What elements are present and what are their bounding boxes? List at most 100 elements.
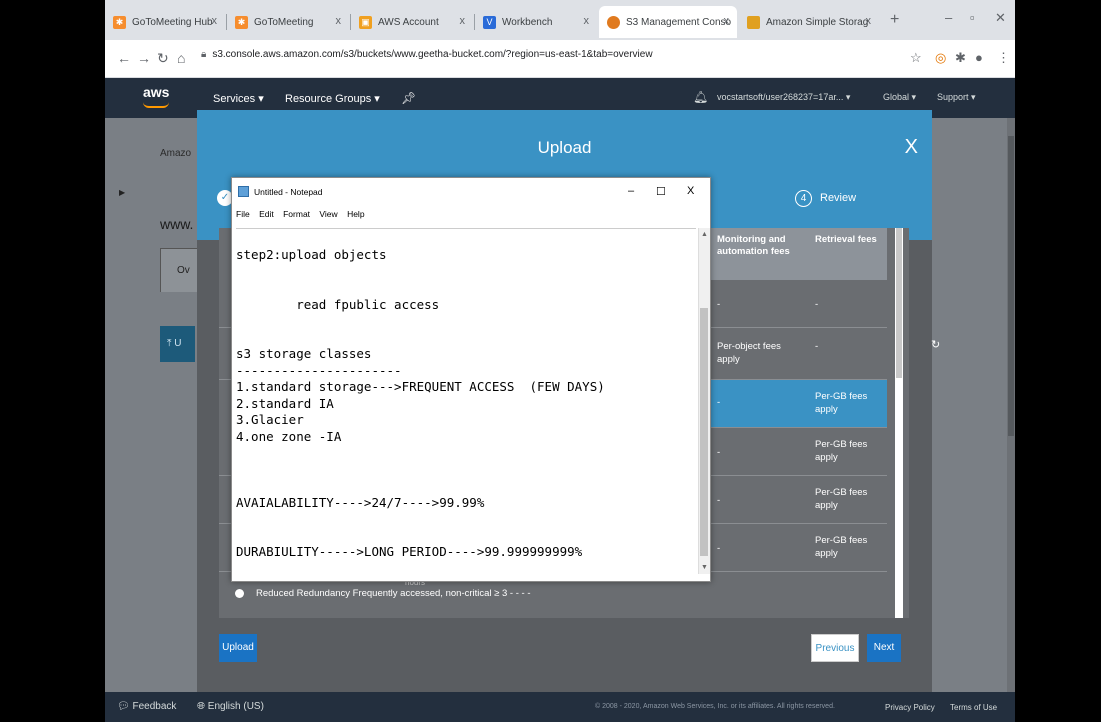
upload-button-label: ⤒ U bbox=[167, 338, 182, 349]
tab-workbench[interactable]: V Workbench x bbox=[475, 6, 597, 38]
terms-of-use-link[interactable]: Terms of Use bbox=[950, 703, 997, 712]
tab-s3-management-console[interactable]: S3 Management Conso x bbox=[599, 6, 737, 38]
scroll-up-arrow-icon[interactable]: ▲ bbox=[701, 231, 708, 238]
workbench-icon: V bbox=[483, 15, 496, 29]
back-arrow-icon[interactable]: ← bbox=[117, 50, 131, 66]
tab-label: GoToMeeting bbox=[254, 16, 314, 28]
tab-close-icon[interactable]: x bbox=[584, 15, 590, 27]
tab-label: GoToMeeting Hub bbox=[132, 16, 213, 28]
column-header: Monitoring and automation fees bbox=[717, 234, 790, 257]
table-row-selected[interactable]: - Per-GB fees apply bbox=[711, 380, 887, 428]
notepad-minimize-button[interactable]: – bbox=[628, 185, 634, 197]
previous-button[interactable]: Previous bbox=[811, 634, 859, 662]
tab-close-icon[interactable]: x bbox=[212, 15, 218, 27]
monitoring-cell: - bbox=[717, 495, 721, 506]
home-icon[interactable]: ⌂ bbox=[177, 50, 185, 66]
menu-view[interactable]: View bbox=[319, 209, 337, 219]
step-number: 4 bbox=[795, 190, 812, 207]
resource-groups-menu[interactable]: Resource Groups ▾ bbox=[285, 92, 380, 105]
pin-icon[interactable]: 📌︎ bbox=[401, 91, 416, 105]
region-menu[interactable]: Global ▾ bbox=[883, 92, 916, 103]
notepad-titlebar[interactable]: Untitled - Notepad – ☐ X bbox=[232, 178, 710, 204]
tab-label: Workbench bbox=[502, 16, 553, 28]
tab-amazon-simple-storage[interactable]: Amazon Simple Storag x bbox=[739, 6, 879, 38]
menu-file[interactable]: File bbox=[236, 209, 250, 219]
address-bar-row: ← → ↻ ⌂ 🔒︎ s3.console.aws.amazon.com/s3/b… bbox=[105, 40, 1015, 78]
aws-smile-icon bbox=[143, 102, 169, 108]
upload-button-background[interactable]: ⤒ U bbox=[160, 326, 195, 362]
sidebar-expand-icon[interactable]: ▶ bbox=[119, 188, 125, 197]
url-field[interactable]: 🔒︎ s3.console.aws.amazon.com/s3/buckets/w… bbox=[201, 49, 653, 60]
url-text: s3.console.aws.amazon.com/s3/buckets/www… bbox=[212, 49, 653, 60]
tab-close-icon[interactable]: x bbox=[336, 15, 342, 27]
bell-icon[interactable]: 🔔︎ bbox=[693, 90, 708, 104]
bookmark-star-icon[interactable]: ☆ bbox=[910, 50, 922, 66]
next-button[interactable]: Next bbox=[867, 634, 901, 662]
table-scrollbar-thumb[interactable] bbox=[896, 228, 902, 378]
tab-gotomeeting[interactable]: ✱ GoToMeeting x bbox=[227, 6, 349, 38]
account-menu[interactable]: vocstartsoft/user268237=17ar... ▾ bbox=[717, 92, 850, 103]
aws-logo-text: aws bbox=[143, 84, 170, 100]
window-restore-icon[interactable]: ▫ bbox=[970, 10, 975, 25]
feedback-link[interactable]: 💬︎ Feedback bbox=[117, 701, 176, 712]
lock-icon: 🔒︎ bbox=[201, 49, 207, 60]
tab-close-icon[interactable]: x bbox=[866, 15, 872, 27]
menu-format[interactable]: Format bbox=[283, 209, 310, 219]
menu-kebab-icon[interactable]: ⋮ bbox=[997, 50, 1010, 66]
tab-label: S3 Management Conso bbox=[626, 16, 732, 28]
extension-icon[interactable]: ◎ bbox=[935, 50, 946, 66]
privacy-policy-link[interactable]: Privacy Policy bbox=[885, 703, 935, 712]
bucket-title: www. bbox=[160, 216, 194, 232]
retrieval-cell: Per-GB fees apply bbox=[815, 391, 868, 415]
language-label: English (US) bbox=[207, 701, 264, 712]
tab-aws-account[interactable]: ▣ AWS Account x bbox=[351, 6, 473, 38]
column-header: Retrieval fees bbox=[815, 234, 877, 245]
tab-overview-label: Ov bbox=[177, 265, 190, 276]
modal-title: Upload bbox=[537, 138, 592, 157]
screen: ✱ GoToMeeting Hub x ✱ GoToMeeting x ▣ AW… bbox=[105, 0, 1015, 722]
new-tab-button[interactable]: + bbox=[890, 11, 899, 29]
language-link[interactable]: 🌐︎ English (US) bbox=[197, 701, 264, 712]
feedback-icon: 💬︎ bbox=[117, 701, 130, 712]
notepad-text-area[interactable]: step2:upload objects read fpublic access… bbox=[236, 228, 696, 574]
radio-button[interactable] bbox=[235, 588, 244, 598]
forward-arrow-icon[interactable]: → bbox=[137, 50, 151, 66]
window-minimize-icon[interactable]: – bbox=[945, 10, 952, 25]
tab-close-icon[interactable]: x bbox=[724, 15, 730, 27]
refresh-icon[interactable]: ↻ bbox=[931, 338, 940, 351]
notepad-maximize-button[interactable]: ☐ bbox=[656, 185, 666, 198]
window-close-icon[interactable]: ✕ bbox=[995, 10, 1006, 26]
aws-logo[interactable]: aws bbox=[143, 84, 170, 108]
notepad-scrollbar-thumb[interactable] bbox=[700, 308, 708, 556]
notepad-title: Untitled - Notepad bbox=[254, 187, 323, 197]
menu-help[interactable]: Help bbox=[347, 209, 364, 219]
extensions-puzzle-icon[interactable]: ✱ bbox=[955, 50, 966, 66]
step-review[interactable]: 4 Review bbox=[795, 190, 856, 207]
profile-icon[interactable]: ● bbox=[975, 50, 983, 65]
step-review-label: Review bbox=[820, 192, 857, 204]
tab-gotomeeting-hub[interactable]: ✱ GoToMeeting Hub x bbox=[105, 6, 225, 38]
scroll-down-arrow-icon[interactable]: ▼ bbox=[701, 564, 708, 571]
reduced-redundancy-text: Reduced Redundancy Frequently accessed, … bbox=[256, 588, 531, 599]
support-menu[interactable]: Support ▾ bbox=[937, 92, 976, 103]
upload-button[interactable]: Upload bbox=[219, 634, 257, 662]
monitoring-cell: - bbox=[717, 447, 721, 458]
amazon-s3-icon bbox=[747, 15, 760, 29]
modal-close-button[interactable]: X bbox=[905, 136, 918, 159]
menu-edit[interactable]: Edit bbox=[259, 209, 274, 219]
reload-icon[interactable]: ↻ bbox=[157, 50, 169, 67]
breadcrumb[interactable]: Amazo bbox=[160, 148, 191, 159]
reduced-redundancy-row[interactable]: Reduced Redundancy Frequently accessed, … bbox=[235, 588, 531, 599]
copyright-text: © 2008 - 2020, Amazon Web Services, Inc.… bbox=[595, 703, 835, 710]
monitoring-cell: Per-object fees apply bbox=[717, 341, 781, 365]
notepad-window[interactable]: Untitled - Notepad – ☐ X File Edit Forma… bbox=[231, 177, 711, 582]
notepad-close-button[interactable]: X bbox=[687, 185, 694, 197]
gotomeeting-icon: ✱ bbox=[113, 15, 126, 29]
page-scrollbar-thumb[interactable] bbox=[1008, 136, 1014, 436]
services-menu[interactable]: Services ▾ bbox=[213, 92, 264, 105]
retrieval-cell: Per-GB fees apply bbox=[815, 535, 868, 559]
retrieval-cell: - bbox=[815, 299, 819, 310]
tab-close-icon[interactable]: x bbox=[460, 15, 466, 27]
modal-footer: Upload Previous Next bbox=[197, 618, 932, 692]
feedback-label: Feedback bbox=[132, 701, 177, 712]
